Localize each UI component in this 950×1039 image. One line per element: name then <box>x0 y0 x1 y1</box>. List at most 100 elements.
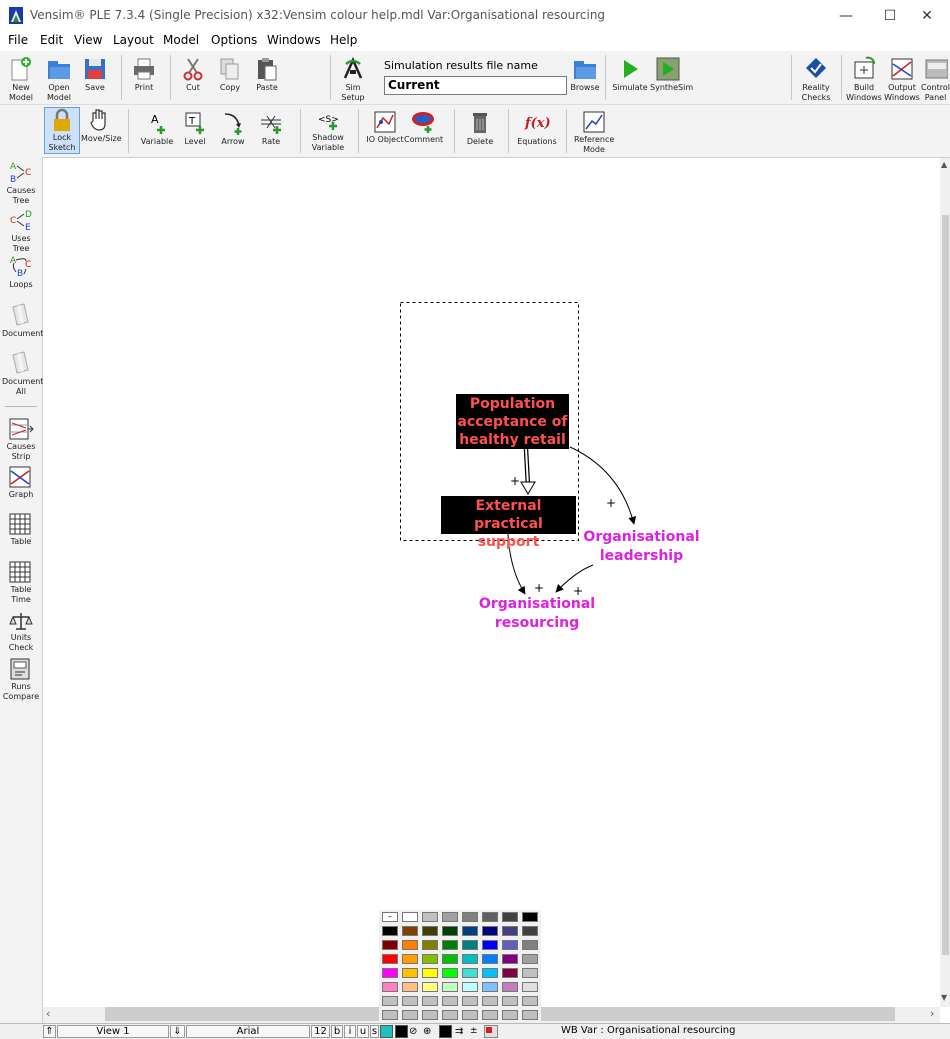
loops-tool[interactable]: ABC Loops <box>2 253 40 290</box>
graph-tool[interactable]: Graph <box>2 465 40 500</box>
color-swatch[interactable] <box>482 940 498 950</box>
save-button[interactable]: Save <box>79 56 111 93</box>
scroll-up-arrow-icon[interactable]: ▲ <box>941 160 947 169</box>
color-swatch[interactable] <box>462 968 478 978</box>
color-swatch[interactable] <box>382 996 398 1006</box>
minimize-button[interactable]: — <box>823 4 869 28</box>
menu-model[interactable]: Model <box>163 33 199 47</box>
color-swatch[interactable] <box>442 954 458 964</box>
color-swatch[interactable] <box>522 954 538 964</box>
color-swatch[interactable] <box>502 1010 518 1020</box>
position-style-icon[interactable]: ⊕ <box>423 1025 435 1038</box>
menu-options[interactable]: Options <box>211 33 257 47</box>
color-swatch[interactable] <box>382 926 398 936</box>
menu-layout[interactable]: Layout <box>113 33 154 47</box>
color-swatch[interactable] <box>482 912 498 922</box>
color-swatch[interactable] <box>462 954 478 964</box>
color-swatch[interactable] <box>462 926 478 936</box>
color-swatch[interactable] <box>422 940 438 950</box>
equations-button[interactable]: f(x) Equations <box>516 110 558 147</box>
color-swatch[interactable] <box>522 912 538 922</box>
font-size-selector[interactable]: 12 <box>311 1025 330 1038</box>
color-swatch[interactable] <box>402 912 418 922</box>
color-swatch[interactable] <box>382 982 398 992</box>
font-color-icon[interactable] <box>484 1025 498 1038</box>
document-tool[interactable]: Document <box>2 302 43 339</box>
color-swatch[interactable] <box>422 968 438 978</box>
color-swatch[interactable] <box>462 1010 478 1020</box>
color-swatch[interactable] <box>422 926 438 936</box>
open-model-button[interactable]: Open Model <box>42 56 76 103</box>
sketch-canvas[interactable] <box>43 158 940 1007</box>
bold-toggle[interactable]: b <box>331 1025 343 1038</box>
node-organisational-resourcing[interactable]: Organisational resourcing <box>477 595 597 633</box>
polarity-style-icon[interactable]: ± <box>470 1025 482 1038</box>
color-swatch[interactable] <box>442 996 458 1006</box>
view-selector[interactable]: View 1 <box>57 1025 169 1038</box>
shape-style-icon[interactable]: ⊘ <box>409 1025 421 1038</box>
font-selector[interactable]: Arial <box>186 1025 310 1038</box>
lock-sketch-button[interactable]: Lock Sketch <box>44 107 80 154</box>
color-swatch[interactable] <box>502 968 518 978</box>
color-swatch[interactable] <box>502 954 518 964</box>
color-swatch[interactable] <box>422 1010 438 1020</box>
color-swatch[interactable] <box>442 940 458 950</box>
simulate-button[interactable]: Simulate <box>612 56 648 93</box>
move-size-button[interactable]: Move/Size <box>81 107 122 144</box>
color-swatch[interactable] <box>502 926 518 936</box>
reality-checks-button[interactable]: Reality Checks <box>797 56 835 103</box>
sim-setup-button[interactable]: Sim Setup <box>337 56 369 103</box>
node-external-practical-support[interactable]: External practical support <box>441 496 576 550</box>
menu-file[interactable]: File <box>8 33 28 47</box>
color-swatch[interactable] <box>522 926 538 936</box>
cut-button[interactable]: Cut <box>177 56 209 93</box>
menu-help[interactable]: Help <box>330 33 357 47</box>
color-swatch[interactable] <box>482 926 498 936</box>
underline-toggle[interactable]: u <box>357 1025 369 1038</box>
color-swatch[interactable] <box>522 996 538 1006</box>
arrow-color-swatch[interactable] <box>439 1025 452 1038</box>
synthesim-button[interactable]: SyntheSim <box>650 56 693 93</box>
italic-toggle[interactable]: i <box>344 1025 356 1038</box>
color-swatch[interactable] <box>402 982 418 992</box>
rate-tool-button[interactable]: Rate <box>253 110 289 147</box>
view-down-arrow-icon[interactable]: ⇓ <box>170 1025 185 1038</box>
color-swatch[interactable] <box>462 996 478 1006</box>
color-swatch[interactable] <box>422 912 438 922</box>
color-swatch[interactable] <box>482 996 498 1006</box>
color-swatch[interactable] <box>462 912 478 922</box>
strikethrough-toggle[interactable]: s <box>370 1025 379 1038</box>
delete-button[interactable]: Delete <box>462 110 498 147</box>
uses-tree-button[interactable] <box>2 157 40 184</box>
color-swatch[interactable] <box>462 982 478 992</box>
build-windows-button[interactable]: Build Windows <box>845 56 883 103</box>
color-swatch[interactable] <box>522 968 538 978</box>
color-swatch[interactable] <box>402 926 418 936</box>
color-swatch[interactable] <box>522 940 538 950</box>
color-swatch[interactable] <box>442 982 458 992</box>
menu-edit[interactable]: Edit <box>40 33 63 47</box>
level-tool-button[interactable]: T Level <box>177 110 213 147</box>
paste-button[interactable]: Paste <box>251 56 283 93</box>
color-swatch[interactable] <box>382 1010 398 1020</box>
color-swatch[interactable] <box>502 996 518 1006</box>
color-swatch[interactable] <box>422 954 438 964</box>
close-button[interactable]: ✕ <box>904 4 950 28</box>
color-swatch[interactable] <box>482 954 498 964</box>
print-button[interactable]: Print <box>128 56 160 93</box>
color-swatch[interactable] <box>402 940 418 950</box>
arrow-width-icon[interactable]: ⇉ <box>455 1025 469 1038</box>
units-check-tool[interactable]: Units Check <box>2 610 40 653</box>
color-swatch[interactable] <box>482 982 498 992</box>
color-swatch[interactable] <box>442 926 458 936</box>
color-swatch[interactable] <box>462 940 478 950</box>
scroll-right-arrow-icon[interactable]: › <box>930 1007 934 1020</box>
menu-windows[interactable]: Windows <box>267 33 321 47</box>
view-up-arrow-icon[interactable]: ⇑ <box>43 1025 56 1038</box>
browse-button[interactable]: Browse <box>568 56 602 93</box>
color-swatch[interactable] <box>442 912 458 922</box>
color-swatch[interactable] <box>442 1010 458 1020</box>
comment-button[interactable]: Comment <box>404 110 443 145</box>
control-panel-button[interactable]: Control Panel <box>921 56 950 103</box>
color-swatch[interactable] <box>522 982 538 992</box>
